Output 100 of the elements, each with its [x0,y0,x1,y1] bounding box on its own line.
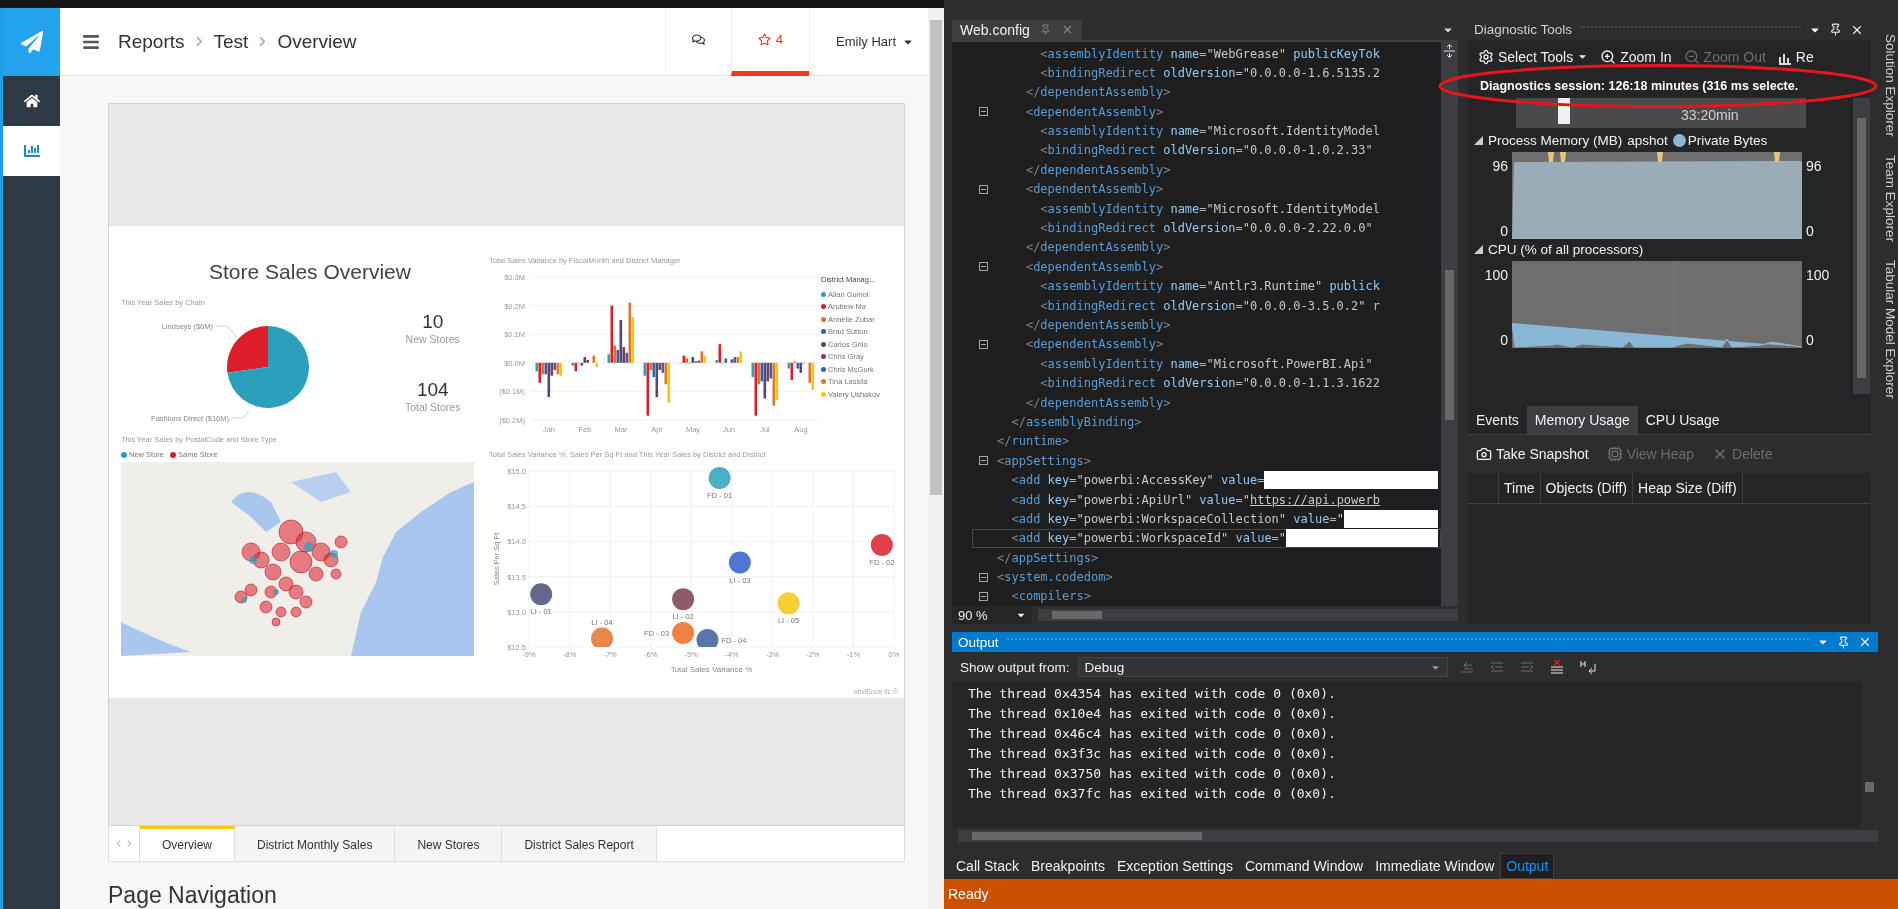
snapshot-marker[interactable] [1774,151,1780,162]
scrollbar[interactable] [1853,97,1870,394]
code-line: </appSettings> [997,550,1099,565]
graph-title: CPU (% of all processors) [1488,242,1644,258]
chat-icon[interactable] [691,32,705,46]
code-line: <bindingRedirect oldVersion="0.0.0.0-1.6.5135.2 [1039,65,1380,80]
collapse-icon[interactable] [978,184,988,194]
status-bar: Ready [944,879,1898,909]
split-icon[interactable] [1443,43,1456,58]
scrollbar[interactable] [1038,609,1458,622]
code-line: <dependentAssembly> [1024,337,1164,352]
scroll-thumb[interactable] [972,832,1202,841]
report-tab[interactable]: District Sales Report [502,826,657,861]
kpi-label: New Stores [405,333,460,345]
legend-label: Private Bytes [1687,133,1768,149]
code-line: <assemblyIdentity name="Microsoft.PowerBI.Api" [1039,356,1373,371]
collapse-icon[interactable] [978,107,988,117]
kpi-value: 10 [422,311,444,333]
leader-line [214,325,238,338]
tool-window-tab[interactable]: Output [1500,853,1555,880]
toolbar-button[interactable]: Re [1777,48,1814,65]
scroll-thumb[interactable] [1052,611,1102,620]
tick-label: 0 [1806,222,1814,239]
tab[interactable]: CPU Usage [1637,405,1728,434]
scroll-thumb[interactable] [1445,269,1454,420]
code-line: </runtime> [997,434,1070,449]
code-line: <dependentAssembly> [1024,259,1164,274]
gear-icon[interactable] [1478,48,1494,65]
collapse-icon[interactable] [978,262,988,272]
collapse-triangle-icon[interactable] [1474,136,1483,146]
toolbar-button[interactable]: Select Tools [1478,48,1589,65]
output-line: The thread 0x37fc has exited with code 0 (0x0). [968,785,1337,804]
output-line: The thread 0x3f3c has exited with code 0 (0x0). [968,745,1337,764]
tab[interactable]: Memory Usage [1526,405,1638,434]
scroll-thumb[interactable] [1857,117,1866,378]
nav-tab[interactable]: 4 [730,7,810,76]
report-tab[interactable]: District Monthly Sales [235,826,396,861]
scroll-thumb[interactable] [930,20,942,495]
legend-label: apshot [1627,133,1668,149]
leader-line [230,410,250,419]
code-line: <compilers> [1010,589,1091,604]
code-line: <assemblyIdentity name="Microsoft.IdentityModel [1039,201,1380,216]
output-line: The thread 0x4354 has exited with code 0 (0x0). [968,685,1337,704]
collapse-icon[interactable] [978,456,988,466]
snapshot-marker[interactable] [1560,151,1566,162]
session-info: Diagnostics session: 126:18 minutes (316 ms selecte. [1480,77,1799,95]
code-line: </assemblyBinding> [1010,414,1142,429]
collapse-triangle-icon[interactable] [1474,245,1483,255]
output-line: The thread 0x3750 has exited with code 0 (0x0). [968,765,1337,784]
tick-label: 0 [1500,331,1508,348]
section-heading: Page Navigation [108,882,278,909]
panel-title: Diagnostic Tools [1474,22,1573,38]
breadcrumb-link[interactable]: Reports [118,30,185,53]
code-link[interactable]: https://api.powerb [1249,492,1380,507]
tick-label: 100 [1806,266,1830,283]
scrollbar[interactable] [928,8,944,909]
pin-icon[interactable] [1829,23,1842,37]
zoom-select[interactable]: 90 % [952,606,1032,625]
toolbar-button[interactable]: Zoom In [1600,48,1672,65]
toolbar-button[interactable]: Take Snapshot [1476,445,1589,462]
tick-label: 96 [1492,157,1508,174]
breadcrumb-link[interactable]: Overview [277,30,357,53]
tool-window-tab[interactable]: Immediate Window [1369,853,1501,880]
camera-icon[interactable] [1476,445,1492,462]
side-tab[interactable]: Solution Explorer [1880,33,1898,137]
scroll-thumb[interactable] [1865,782,1874,793]
tool-window-tab[interactable]: Exception Settings [1110,853,1239,880]
kpi-value: 104 [416,379,449,401]
code-line: </dependentAssembly> [1024,162,1171,177]
zoom-in-icon[interactable] [1600,48,1617,65]
tool-window-tab[interactable]: Breakpoints [1025,853,1111,880]
output-line: The thread 0x10e4 has exited with code 0 (0x0). [968,705,1337,724]
side-tab[interactable]: Tabular Model Explorer [1880,259,1898,399]
code-line: <bindingRedirect oldVersion="0.0.0.0-3.5.0.2" r [1039,298,1380,313]
star-icon[interactable] [757,32,771,46]
tool-window-tab[interactable]: Call Stack [950,853,1026,880]
side-tab[interactable]: Team Explorer [1880,154,1898,242]
tool-window-tab[interactable]: Command Window [1238,853,1370,880]
scrollbar[interactable] [1441,41,1458,607]
snapshot-marker[interactable] [1657,151,1663,162]
code-line: <add key="powerbi:AccessKey" value= [1010,473,1265,488]
code-line: <bindingRedirect oldVersion="0.0.0.0-1.1.3.1622 [1039,376,1380,391]
column-header[interactable]: Time [1498,472,1540,503]
column-header[interactable]: Objects (Diff) [1539,472,1633,503]
report-tab[interactable]: New Stores [395,826,503,861]
tab[interactable]: Events [1468,405,1527,434]
code-line: </dependentAssembly> [1024,85,1171,100]
snapshot-marker[interactable] [1548,151,1554,162]
report-tab[interactable]: Overview [140,826,235,861]
collapse-icon[interactable] [978,591,988,601]
collapse-icon[interactable] [978,572,988,582]
code-line: <assemblyIdentity name="Antlr3.Runtime" publick [1039,279,1380,294]
output-source-select[interactable]: Debug [1077,657,1448,678]
menu-button[interactable] [82,32,100,51]
field-label: Show output from: [960,659,1070,675]
collapse-icon[interactable] [978,339,988,349]
breadcrumb-link[interactable]: Test [213,30,249,53]
scrollbar[interactable] [958,830,1878,843]
column-header[interactable]: Heap Size (Diff) [1632,472,1742,503]
tick-label: 100 [1484,266,1508,283]
